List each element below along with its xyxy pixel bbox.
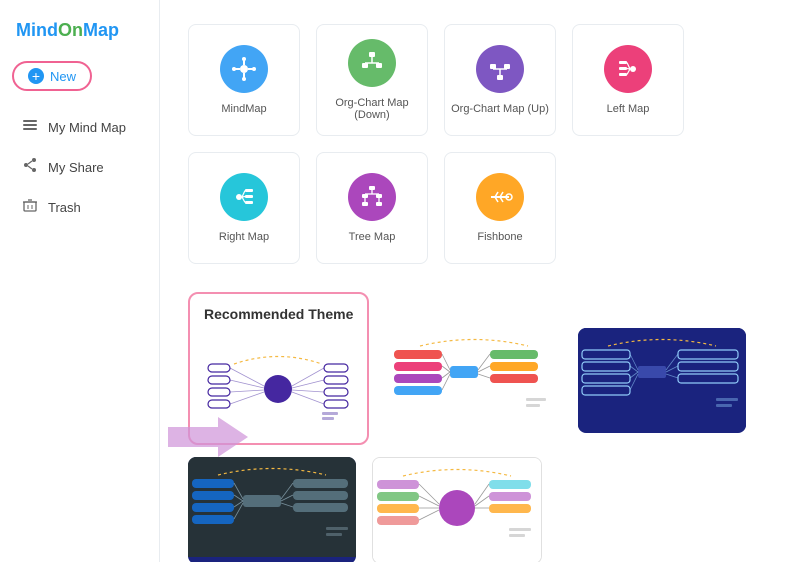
arrow-decoration	[168, 412, 248, 467]
theme-card-3[interactable]	[578, 328, 746, 433]
share-icon	[22, 157, 38, 177]
sidebar-item-trash[interactable]: Trash	[6, 187, 153, 227]
org-down-icon	[348, 39, 396, 87]
plus-icon: +	[28, 68, 44, 84]
org-down-label: Org-Chart Map (Down)	[317, 97, 427, 121]
map-type-right-map[interactable]: Right Map	[188, 152, 300, 264]
org-up-label: Org-Chart Map (Up)	[451, 103, 549, 115]
right-map-label: Right Map	[219, 231, 269, 243]
map-type-org-down[interactable]: Org-Chart Map (Down)	[316, 24, 428, 136]
sidebar: MindOnMap + New My Mind Map My Share	[0, 0, 160, 562]
recommended-section: Recommended Theme	[188, 292, 772, 445]
main-content: MindMap Org-Chart Map (Down)	[160, 0, 800, 562]
theme-card-5[interactable]	[372, 457, 542, 562]
mind-map-icon	[22, 117, 38, 137]
sidebar-item-my-mind-map[interactable]: My Mind Map	[6, 107, 153, 147]
tree-map-label: Tree Map	[349, 231, 396, 243]
org-up-icon	[476, 45, 524, 93]
sidebar-item-my-share[interactable]: My Share	[6, 147, 153, 187]
map-type-mindmap[interactable]: MindMap	[188, 24, 300, 136]
trash-icon	[22, 197, 38, 217]
trash-label: Trash	[48, 200, 81, 215]
logo: MindOnMap	[0, 12, 159, 57]
new-button[interactable]: + New	[12, 61, 92, 91]
map-type-org-up[interactable]: Org-Chart Map (Up)	[444, 24, 556, 136]
theme-card-4[interactable]	[188, 457, 356, 562]
fishbone-icon	[476, 173, 524, 221]
my-mind-map-label: My Mind Map	[48, 120, 126, 135]
logo-text: MindOnMap	[16, 20, 119, 41]
map-type-left-map[interactable]: Left Map	[572, 24, 684, 136]
new-label: New	[50, 69, 76, 84]
tree-map-icon	[348, 173, 396, 221]
fishbone-label: Fishbone	[477, 231, 522, 243]
theme-card-2[interactable]	[390, 328, 558, 433]
map-type-fishbone[interactable]: Fishbone	[444, 152, 556, 264]
left-map-label: Left Map	[607, 103, 650, 115]
left-map-icon	[604, 45, 652, 93]
map-type-tree-map[interactable]: Tree Map	[316, 152, 428, 264]
mindmap-label: MindMap	[221, 103, 266, 115]
my-share-label: My Share	[48, 160, 104, 175]
map-type-grid: MindMap Org-Chart Map (Down)	[188, 24, 772, 264]
right-map-icon	[220, 173, 268, 221]
mindmap-icon	[220, 45, 268, 93]
recommended-title: Recommended Theme	[204, 306, 353, 332]
themes-second-row	[188, 457, 772, 562]
